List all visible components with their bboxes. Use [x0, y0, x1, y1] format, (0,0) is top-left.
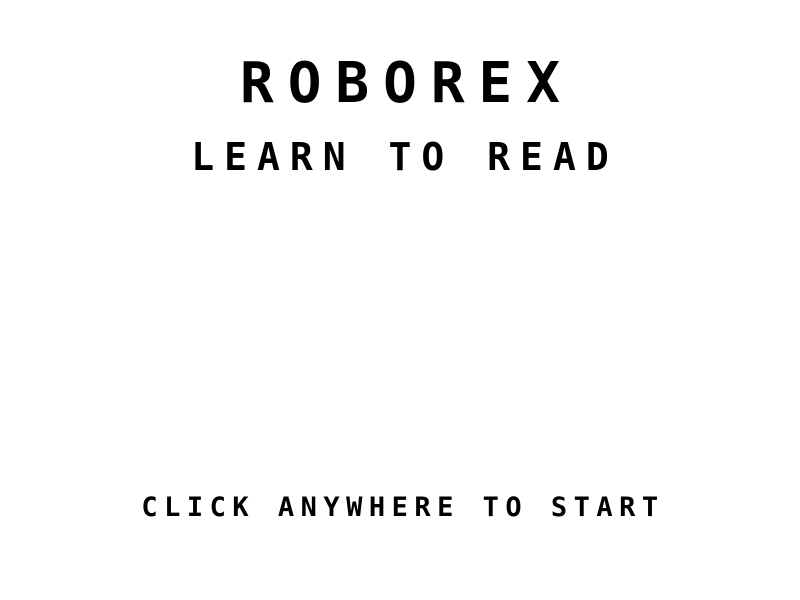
- start-prompt: CLICK ANYWHERE TO START: [141, 492, 665, 523]
- game-subtitle: LEARN TO READ: [191, 135, 619, 179]
- game-canvas[interactable]: ROBOREX LEARN TO READ CLICK ANYWHERE TO …: [0, 0, 800, 600]
- game-title: ROBOREX: [239, 51, 574, 116]
